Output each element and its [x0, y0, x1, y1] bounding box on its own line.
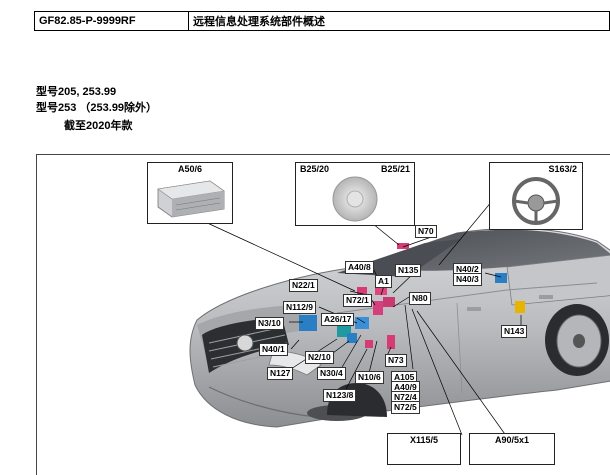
label-a26-17: A26/17: [321, 313, 355, 326]
label-n135: N135: [395, 264, 422, 277]
callout-box-x115-5: X115/5: [387, 433, 461, 465]
document-header-table: GF82.85-P-9999RF 远程信息处理系统部件概述: [34, 11, 610, 31]
label-n72-5: N72/5: [391, 401, 420, 414]
label-n80: N80: [409, 292, 431, 305]
rear-wheel: [545, 304, 609, 376]
label-n112-9: N112/9: [283, 301, 316, 314]
label-n10-6: N10/6: [355, 371, 384, 384]
label-n73: N73: [385, 354, 407, 367]
callout-box-s163-2: S163/2: [489, 162, 583, 230]
model-line-1: 型号205, 253.99: [36, 86, 117, 98]
label-n72-1: N72/1: [343, 294, 372, 307]
label-n3-10: N3/10: [255, 317, 284, 330]
control-unit-image: [157, 180, 225, 218]
callout-title-x115-5: X115/5: [409, 435, 439, 445]
label-a40-8: A40/8: [345, 261, 374, 274]
component-overview-figure: A50/6 B25/20 B25/21 S163/2 X115/5 A90/5x…: [36, 154, 610, 475]
document-number: GF82.85-P-9999RF: [34, 11, 189, 31]
callout-box-a50-6: A50/6: [147, 162, 233, 224]
label-n2-10: N2/10: [305, 351, 334, 364]
speaker-image: [332, 176, 378, 222]
callout-box-speaker: B25/20 B25/21: [295, 162, 415, 226]
callout-title-a90-5x1: A90/5x1: [494, 435, 530, 445]
callout-box-a90-5x1: A90/5x1: [469, 433, 555, 465]
label-n30-4: N30/4: [317, 367, 346, 380]
label-n143: N143: [501, 325, 528, 338]
label-a1: A1: [375, 275, 392, 288]
label-n40-3: N40/3: [453, 273, 482, 286]
model-line-2: 型号253 （253.99除外）: [36, 102, 158, 114]
label-n22-1: N22/1: [289, 279, 318, 292]
document-title: 远程信息处理系统部件概述: [188, 11, 610, 31]
steering-wheel-image: [512, 177, 560, 225]
label-n123-8: N123/8: [323, 389, 357, 402]
label-n40-1: N40/1: [259, 343, 288, 356]
model-year-line: 截至2020年款: [64, 120, 133, 132]
label-n70: N70: [415, 225, 437, 238]
label-n127: N127: [267, 367, 294, 380]
